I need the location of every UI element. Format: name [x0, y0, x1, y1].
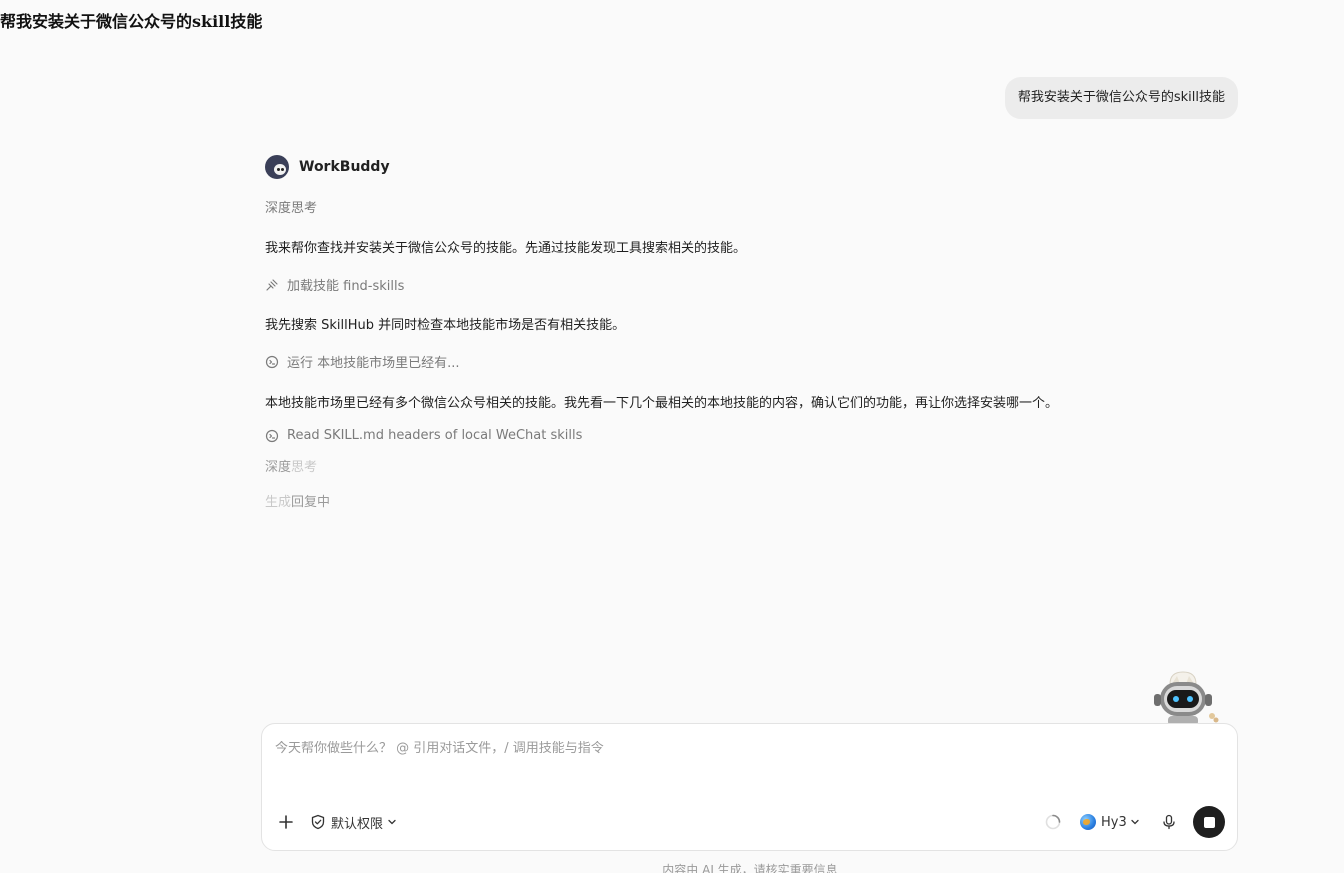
add-button[interactable] [276, 812, 296, 832]
thinking-status-a: 深度 [265, 460, 292, 475]
message-input[interactable] [275, 741, 1215, 756]
assistant-paragraph-3: 本地技能市场里已经有多个微信公众号相关的技能。我先看一下几个最相关的本地技能的内… [265, 396, 1059, 411]
terminal-icon [265, 429, 279, 442]
assistant-message: WorkBuddy 深度思考 我来帮你查找并安装关于微信公众号的技能。先通过技能… [265, 154, 1165, 510]
permission-label: 默认权限 [331, 816, 384, 832]
generating-status: 生成回复中 [265, 491, 330, 510]
permission-selector[interactable]: 默认权限 [310, 811, 403, 833]
chevron-down-icon [388, 819, 396, 825]
tool-step-read[interactable]: Read SKILL.md headers of local WeChat sk… [265, 428, 582, 443]
model-selector[interactable]: Hy3 [1080, 811, 1141, 833]
assistant-paragraph-1: 我来帮你查找并安装关于微信公众号的技能。先通过技能发现工具搜索相关的技能。 [265, 241, 747, 256]
globe-icon [1080, 814, 1096, 830]
generating-status-a: 生成 [265, 495, 292, 510]
stop-icon [1203, 816, 1215, 828]
ai-disclaimer: 内容由 AI 生成，请核实重要信息 [662, 863, 838, 873]
tool-step-label: 加载技能 find-skills [287, 279, 405, 294]
workbuddy-avatar [265, 155, 289, 179]
plus-icon [279, 815, 293, 829]
tool-step-load-skill[interactable]: 加载技能 find-skills [265, 275, 404, 294]
shield-check-icon [311, 814, 325, 830]
tool-step-label: Read SKILL.md headers of local WeChat sk… [287, 428, 583, 443]
thinking-toggle[interactable]: 深度思考 [265, 197, 317, 216]
assistant-name: WorkBuddy [299, 159, 390, 175]
thinking-status-b: 思考 [291, 460, 318, 475]
spinner-icon [1045, 814, 1061, 830]
chevron-down-icon [1131, 819, 1139, 825]
loading-indicator [1044, 813, 1062, 831]
microphone-icon [1163, 814, 1175, 830]
assistant-header: WorkBuddy [265, 154, 1165, 180]
model-label: Hy3 [1101, 814, 1127, 830]
robot-mascot-icon [1154, 671, 1219, 726]
terminal-icon [265, 355, 279, 368]
message-composer: 默认权限 Hy3 [261, 723, 1238, 851]
voice-input-button[interactable] [1159, 812, 1179, 832]
skill-icon [266, 278, 278, 291]
page-title: 帮我安装关于微信公众号的skill技能 [0, 12, 263, 31]
stop-generation-button[interactable] [1193, 806, 1225, 838]
tool-step-label: 运行 本地技能市场里已经有... [287, 356, 460, 371]
assistant-paragraph-2: 我先搜索 SkillHub 并同时检查本地技能市场是否有相关技能。 [265, 318, 626, 333]
thinking-status: 深度思考 [265, 456, 317, 475]
user-message-bubble: 帮我安装关于微信公众号的skill技能 [1004, 77, 1238, 119]
tool-step-run[interactable]: 运行 本地技能市场里已经有... [265, 352, 460, 371]
generating-status-b: 回复中 [291, 495, 331, 510]
chat-page: 帮我安装关于微信公众号的skill技能 帮我安装关于微信公众号的skill技能 … [0, 0, 1344, 873]
